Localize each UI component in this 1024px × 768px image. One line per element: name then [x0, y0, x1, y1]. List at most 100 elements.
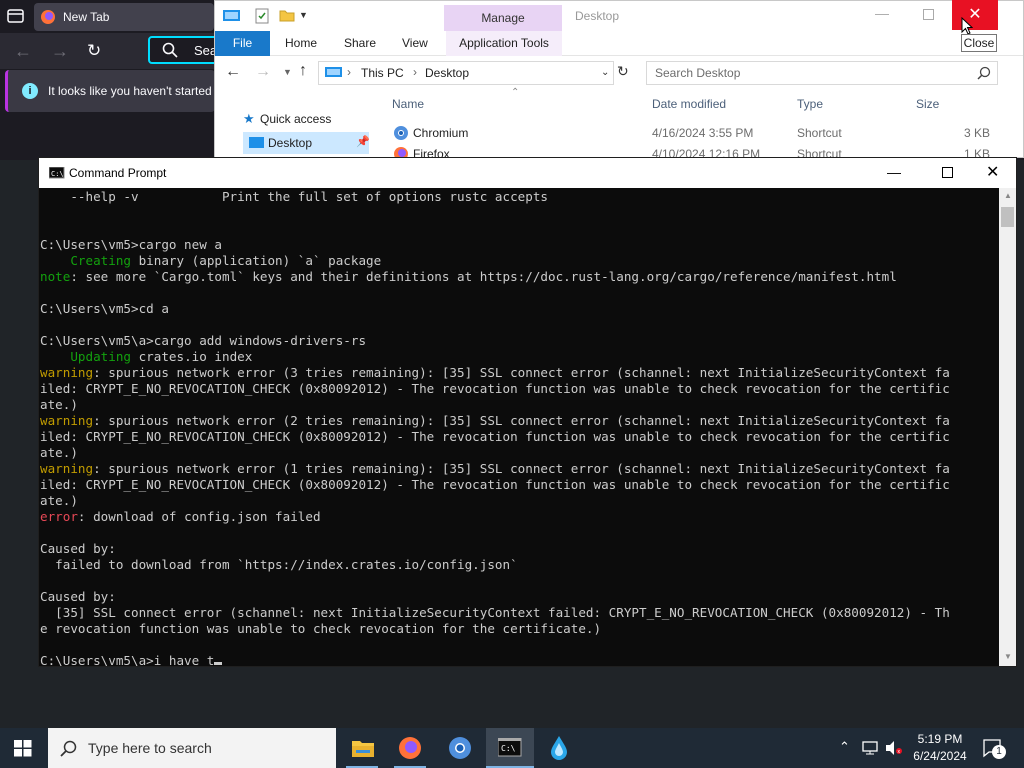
new-folder-icon[interactable]	[279, 8, 295, 22]
ribbon-tab-application-tools[interactable]: Application Tools	[446, 31, 562, 56]
console-text: ate.)	[40, 445, 78, 460]
nav-quick-access[interactable]: Quick access	[260, 112, 331, 126]
console-line: warning: spurious network error (3 tries…	[40, 365, 999, 381]
chromium-icon	[448, 736, 472, 760]
firefox-icon	[398, 736, 422, 760]
maximize-icon[interactable]	[942, 167, 953, 178]
notification-center-icon[interactable]: 1	[983, 739, 1006, 759]
scrollbar-thumb[interactable]	[1001, 207, 1014, 227]
console-text: iled: CRYPT_E_NO_REVOCATION_CHECK (0x800…	[40, 381, 950, 396]
column-header-type[interactable]: Type	[797, 97, 823, 111]
back-arrow-icon[interactable]: ←	[14, 41, 32, 62]
console-line: Creating binary (application) `a` packag…	[40, 253, 999, 269]
search-box[interactable]: Search Desktop	[646, 61, 998, 85]
path-this-pc[interactable]: This PC	[361, 66, 404, 80]
forward-arrow-icon[interactable]: →	[255, 63, 271, 81]
ribbon-tab-view[interactable]: View	[402, 36, 428, 50]
column-header-name[interactable]: Name	[392, 97, 424, 111]
console-text: C:\Users\vm5>cargo new a	[40, 237, 222, 252]
firefox-tab-new-tab[interactable]: New Tab	[34, 3, 214, 31]
taskbar-file-explorer[interactable]	[338, 728, 386, 768]
ribbon-tab-share[interactable]: Share	[344, 36, 376, 50]
minimize-icon[interactable]: —	[887, 164, 901, 180]
minimize-icon[interactable]: —	[875, 5, 889, 21]
console-text: ate.)	[40, 493, 78, 508]
forward-arrow-icon[interactable]: →	[51, 41, 69, 62]
console-text: C:\Users\vm5\a>cargo add windows-drivers…	[40, 333, 367, 348]
console-line: e revocation function was unable to chec…	[40, 621, 999, 637]
volume-muted-icon[interactable]: x	[884, 740, 904, 756]
console-text: iled: CRYPT_E_NO_REVOCATION_CHECK (0x800…	[40, 477, 950, 492]
manage-context-tab[interactable]: Manage	[444, 5, 562, 32]
console-line: C:\Users\vm5\a>cargo add windows-drivers…	[40, 333, 999, 349]
taskbar-clock[interactable]: 5:19 PM 6/24/2024	[905, 731, 975, 765]
console-text: e revocation function was unable to chec…	[40, 621, 602, 636]
chevron-right-icon: ›	[347, 65, 351, 79]
desktop-icon	[249, 137, 265, 149]
clock-time: 5:19 PM	[917, 732, 963, 746]
chromium-icon	[393, 125, 409, 141]
search-icon	[162, 42, 178, 58]
quick-access-dropdown-icon[interactable]: ▼	[299, 10, 308, 20]
file-date: 4/16/2024 3:55 PM	[652, 126, 754, 140]
start-windows-icon[interactable]	[14, 740, 32, 757]
reload-icon[interactable]: ↻	[87, 41, 101, 61]
column-header-size[interactable]: Size	[916, 97, 939, 111]
ribbon-tab-home[interactable]: Home	[285, 36, 317, 50]
close-icon[interactable]: ✕	[986, 162, 999, 182]
console-line: warning: spurious network error (1 tries…	[40, 461, 999, 477]
taskbar-droplet-app[interactable]	[534, 728, 582, 768]
vertical-scrollbar[interactable]: ▲ ▼	[999, 188, 1016, 666]
console-text: --help -v Print the full set of options …	[40, 189, 548, 204]
taskbar-search-box[interactable]: Type here to search	[48, 728, 336, 768]
pin-icon[interactable]: 📌	[356, 135, 370, 148]
explorer-close-button[interactable]: ✕	[952, 0, 998, 30]
maximize-icon[interactable]	[923, 9, 934, 20]
taskbar-firefox[interactable]	[386, 728, 434, 768]
console-text: : spurious network error (2 tries remain…	[93, 413, 950, 428]
close-tooltip: Close	[961, 34, 997, 52]
column-header-date-modified[interactable]: Date modified	[652, 97, 726, 111]
explorer-window-icon	[223, 9, 241, 23]
console-line: ate.)	[40, 445, 999, 461]
console-output[interactable]: --help -v Print the full set of options …	[39, 188, 999, 666]
back-arrow-icon[interactable]: ←	[225, 63, 241, 81]
recent-locations-icon[interactable]: ▼	[283, 67, 292, 77]
scroll-down-icon[interactable]: ▼	[1004, 652, 1012, 661]
path-desktop[interactable]: Desktop	[425, 66, 469, 80]
properties-icon[interactable]	[255, 8, 269, 24]
taskbar-chromium[interactable]	[436, 728, 484, 768]
list-all-tabs-icon[interactable]	[7, 8, 25, 24]
notification-badge: 1	[992, 745, 1006, 759]
address-bar[interactable]: › This PC › Desktop ⌄	[318, 61, 614, 85]
this-pc-icon	[325, 66, 343, 80]
refresh-icon[interactable]: ↻	[617, 63, 629, 80]
console-text: binary (application) `a` package	[131, 253, 382, 268]
ribbon-tab-file[interactable]: File	[215, 31, 270, 56]
console-line: warning: spurious network error (2 tries…	[40, 413, 999, 429]
file-row-chromium[interactable]: Chromium 4/16/2024 3:55 PM Shortcut 3 KB	[391, 123, 991, 143]
scroll-up-icon[interactable]: ▲	[1004, 191, 1012, 200]
console-line: C:\Users\vm5>cd a	[40, 301, 999, 317]
cmd-title-bar[interactable]: C:\ Command Prompt — ✕	[39, 158, 1016, 188]
tab-title: New Tab	[63, 10, 110, 24]
console-line: C:\Users\vm5>cargo new a	[40, 237, 999, 253]
command-prompt-window[interactable]: C:\ Command Prompt — ✕ --help -v Print t…	[38, 157, 1017, 667]
console-text: C:\Users\vm5\a>i have t	[40, 653, 215, 666]
console-text: Caused by:	[40, 589, 116, 604]
console-line: iled: CRYPT_E_NO_REVOCATION_CHECK (0x800…	[40, 477, 999, 493]
nav-item-desktop[interactable]: Desktop 📌	[243, 132, 370, 154]
file-explorer-window: ▼ Manage Desktop — Home Share View File …	[214, 0, 1024, 159]
explorer-title-bar: ▼ Manage Desktop —	[215, 1, 1023, 32]
network-icon[interactable]	[862, 740, 880, 756]
up-arrow-icon[interactable]: ↑	[299, 62, 307, 80]
console-status-label: Creating	[40, 253, 131, 268]
show-hidden-icons-chevron-up-icon[interactable]: ⌃	[839, 739, 850, 755]
chevron-down-icon[interactable]: ⌄	[601, 67, 609, 78]
taskbar-command-prompt[interactable]: C:\	[486, 728, 534, 768]
url-bar[interactable]: Sea	[148, 36, 218, 64]
console-error-label: error	[40, 509, 78, 524]
